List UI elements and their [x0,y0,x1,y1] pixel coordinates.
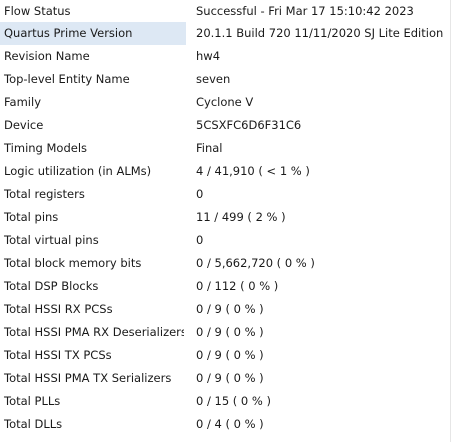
row-key: Timing Models [4,141,88,155]
row-value: 0 / 9 ( 0 % ) [196,348,264,362]
row-key: Total HSSI PMA TX Serializers [4,371,172,385]
row-value: 4 / 41,910 ( < 1 % ) [196,164,310,178]
table-row-total-plls[interactable]: Total PLLs 0 / 15 ( 0 % ) [0,390,450,413]
row-key: Revision Name [4,49,90,63]
row-key: Total DLLs [4,417,63,431]
row-value: 0 / 5,662,720 ( 0 % ) [196,256,315,270]
table-row-device[interactable]: Device 5CSXFC6D6F31C6 [0,114,450,137]
table-row-logic-utilization[interactable]: Logic utilization (in ALMs) 4 / 41,910 (… [0,160,450,183]
row-key: Top-level Entity Name [4,72,130,86]
table-row-quartus-prime-version[interactable]: Quartus Prime Version 20.1.1 Build 720 1… [0,22,450,45]
table-row-total-virtual-pins[interactable]: Total virtual pins 0 [0,229,450,252]
row-value: seven [196,72,231,86]
row-key: Total DSP Blocks [4,279,99,293]
row-key: Total PLLs [4,394,61,408]
table-row-family[interactable]: Family Cyclone V [0,91,450,114]
row-value: 0 / 9 ( 0 % ) [196,302,264,316]
table-row-total-hssi-tx-pcss[interactable]: Total HSSI TX PCSs 0 / 9 ( 0 % ) [0,344,450,367]
row-value: 0 / 9 ( 0 % ) [196,371,264,385]
table-row-total-hssi-rx-pcss[interactable]: Total HSSI RX PCSs 0 / 9 ( 0 % ) [0,298,450,321]
row-key: Logic utilization (in ALMs) [4,164,152,178]
row-value: 11 / 499 ( 2 % ) [196,210,286,224]
row-value: 0 / 15 ( 0 % ) [196,394,271,408]
table-row-total-dsp-blocks[interactable]: Total DSP Blocks 0 / 112 ( 0 % ) [0,275,450,298]
row-key: Flow Status [4,4,71,18]
table-row-total-block-memory-bits[interactable]: Total block memory bits 0 / 5,662,720 ( … [0,252,450,275]
row-value: 0 [196,187,204,201]
table-row-top-level-entity-name[interactable]: Top-level Entity Name seven [0,68,450,91]
row-value: 0 / 9 ( 0 % ) [196,325,264,339]
row-key: Total registers [4,187,85,201]
row-value: 5CSXFC6D6F31C6 [196,118,302,132]
row-value: 0 [196,233,204,247]
table-row-flow-status[interactable]: Flow Status Successful - Fri Mar 17 15:1… [0,0,450,22]
row-value: 20.1.1 Build 720 11/11/2020 SJ Lite Edit… [196,26,444,40]
table-row-total-dlls[interactable]: Total DLLs 0 / 4 ( 0 % ) [0,413,450,436]
row-key: Total HSSI TX PCSs [4,348,112,362]
row-value: Final [196,141,223,155]
flow-summary-table: Flow Status Successful - Fri Mar 17 15:1… [0,0,451,442]
table-row-total-hssi-pma-rx-deserializers[interactable]: Total HSSI PMA RX Deserializers 0 / 9 ( … [0,321,450,344]
row-key: Total HSSI RX PCSs [4,302,113,316]
row-key: Family [4,95,42,109]
table-row-total-hssi-pma-tx-serializers[interactable]: Total HSSI PMA TX Serializers 0 / 9 ( 0 … [0,367,450,390]
table-row-total-registers[interactable]: Total registers 0 [0,183,450,206]
row-value: Successful - Fri Mar 17 15:10:42 2023 [196,4,414,18]
row-key: Device [4,118,44,132]
row-key: Quartus Prime Version [0,22,186,45]
row-value: 0 / 112 ( 0 % ) [196,279,279,293]
row-value: hw4 [196,49,221,63]
table-row-total-pins[interactable]: Total pins 11 / 499 ( 2 % ) [0,206,450,229]
table-row-timing-models[interactable]: Timing Models Final [0,137,450,160]
row-key: Total pins [4,210,59,224]
row-key: Total block memory bits [4,256,142,270]
row-value: Cyclone V [196,95,254,109]
row-key: Total virtual pins [4,233,99,247]
row-value: 0 / 4 ( 0 % ) [196,417,264,431]
row-key: Total HSSI PMA RX Deserializers [4,325,184,339]
table-row-revision-name[interactable]: Revision Name hw4 [0,45,450,68]
